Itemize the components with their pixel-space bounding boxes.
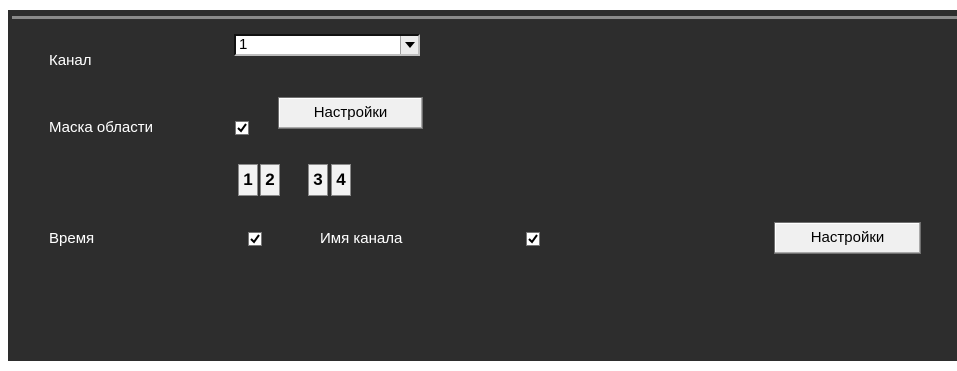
mask-label: Маска области <box>49 119 154 136</box>
mask-tab-1[interactable]: 1 <box>238 164 258 196</box>
channel-select[interactable]: 1 <box>234 34 420 56</box>
time-label: Время <box>49 230 95 247</box>
checkmark-icon <box>237 123 247 133</box>
checkmark-icon <box>528 234 538 244</box>
overlay-settings-button[interactable]: Настройки <box>774 222 921 254</box>
channel-name-checkbox[interactable] <box>526 232 540 246</box>
channel-select-value: 1 <box>239 36 248 53</box>
mask-settings-button[interactable]: Настройки <box>278 97 423 129</box>
chevron-down-icon[interactable] <box>400 36 418 54</box>
mask-tab-2[interactable]: 2 <box>260 164 280 196</box>
channel-label: Канал <box>49 52 92 69</box>
settings-panel: Канал 1 Маска области Настройки 1 2 3 4 … <box>8 10 957 361</box>
checkmark-icon <box>250 234 260 244</box>
mask-tab-4[interactable]: 4 <box>331 164 351 196</box>
channel-name-label: Имя канала <box>320 230 403 247</box>
mask-tab-3[interactable]: 3 <box>308 164 328 196</box>
time-checkbox[interactable] <box>248 232 262 246</box>
mask-checkbox[interactable] <box>235 121 249 135</box>
top-divider <box>12 16 957 19</box>
